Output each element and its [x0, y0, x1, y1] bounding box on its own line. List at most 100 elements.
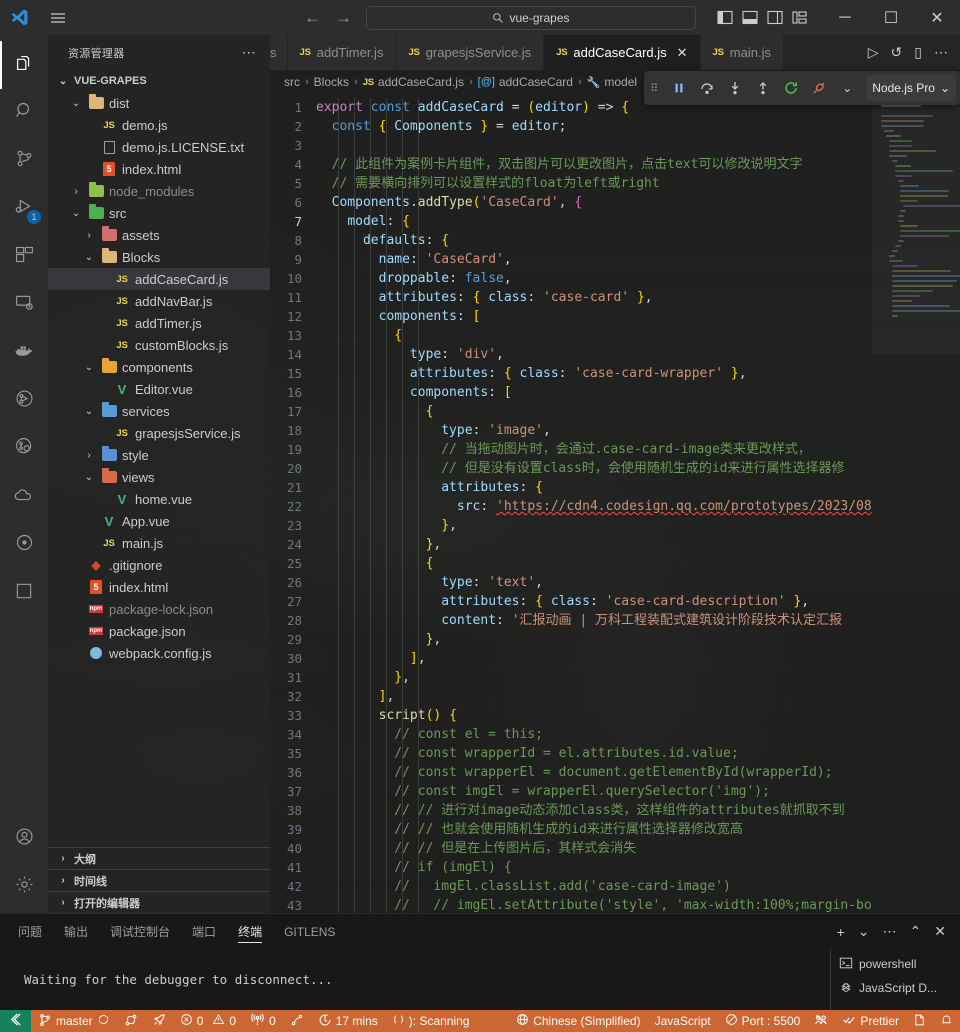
code-line[interactable]: type: 'text',: [316, 573, 872, 592]
sidebar-more-actions-button[interactable]: ⋯: [232, 44, 266, 61]
tree-file-row[interactable]: ›VApp.vue: [48, 510, 270, 532]
code-line[interactable]: ],: [316, 687, 872, 706]
chevron-down-icon[interactable]: ⌄: [82, 362, 96, 373]
code-line[interactable]: // const wrapperId = el.attributes.id.va…: [316, 744, 872, 763]
split-editor-button[interactable]: ▯: [914, 44, 922, 61]
code-line[interactable]: name: 'CaseCard',: [316, 250, 872, 269]
activity-item-square-panel[interactable]: [0, 569, 48, 617]
debug-step-into-button[interactable]: [722, 74, 748, 102]
activity-item-search[interactable]: [0, 89, 48, 137]
window-maximize-button[interactable]: ☐: [868, 0, 914, 35]
code-line[interactable]: content: '汇报动画 | 万科工程装配式建筑设计阶段技术认定汇报: [316, 611, 872, 630]
code-line[interactable]: script() {: [316, 706, 872, 725]
menu-hamburger-button[interactable]: [38, 10, 78, 26]
activity-item-live-share[interactable]: [0, 521, 48, 569]
breadcrumb-item[interactable]: src: [284, 75, 300, 89]
activity-item-explorer[interactable]: [0, 41, 48, 89]
tree-file-row[interactable]: ›◈.gitignore: [48, 554, 270, 576]
chevron-down-icon[interactable]: ⌄: [69, 208, 83, 219]
code-line[interactable]: components: [: [316, 383, 872, 402]
code-line[interactable]: Components.addType('CaseCard', {: [316, 193, 872, 212]
tree-root-folder[interactable]: ⌄ VUE-GRAPES: [48, 70, 270, 92]
code-line[interactable]: // // 进行对image动态添加class类，这样组件的attributes…: [316, 801, 872, 820]
panel-tab[interactable]: 调试控制台: [110, 914, 170, 949]
status-git-compare[interactable]: [117, 1010, 145, 1032]
more-actions-button[interactable]: ⋯: [934, 44, 948, 61]
panel-tab[interactable]: 输出: [64, 914, 88, 949]
editor-tab[interactable]: JS main.js: [700, 35, 784, 70]
status-notifications[interactable]: [933, 1010, 960, 1032]
terminal-session-javascript-debug[interactable]: JavaScript D...: [831, 977, 960, 999]
tree-file-row[interactable]: ›JSaddTimer.js: [48, 312, 270, 334]
debug-step-out-button[interactable]: [750, 74, 776, 102]
terminal-output[interactable]: Waiting for the debugger to disconnect..…: [0, 949, 830, 1010]
chevron-right-icon[interactable]: ›: [69, 186, 83, 197]
code-line[interactable]: attributes: {: [316, 478, 872, 497]
chevron-right-icon[interactable]: ›: [82, 450, 96, 461]
tree-folder-row[interactable]: › assets: [48, 224, 270, 246]
debug-pause-button[interactable]: [666, 74, 692, 102]
tree-file-row[interactable]: ›JScustomBlocks.js: [48, 334, 270, 356]
code-line[interactable]: // if (imgEl) {: [316, 858, 872, 877]
tree-folder-row[interactable]: ⌄ services: [48, 400, 270, 422]
code-line[interactable]: attributes: { class: 'case-card' },: [316, 288, 872, 307]
tree-file-row[interactable]: ›5index.html: [48, 576, 270, 598]
code-line[interactable]: attributes: { class: 'case-card-wrapper'…: [316, 364, 872, 383]
code-line[interactable]: type: 'image',: [316, 421, 872, 440]
code-line[interactable]: ],: [316, 649, 872, 668]
terminal-dropdown-button[interactable]: ⌄: [858, 923, 870, 940]
activity-item-gitlens[interactable]: [0, 377, 48, 425]
sidebar-section-打开的编辑器[interactable]: › 打开的编辑器: [48, 891, 270, 913]
command-center-search[interactable]: vue-grapes: [366, 5, 696, 30]
code-line[interactable]: attributes: { class: 'case-card-descript…: [316, 592, 872, 611]
code-line[interactable]: // const imgEl = wrapperEl.querySelector…: [316, 782, 872, 801]
code-line[interactable]: model: {: [316, 212, 872, 231]
code-line[interactable]: const { Components } = editor;: [316, 117, 872, 136]
activity-item-remote-explorer[interactable]: [0, 281, 48, 329]
code-line[interactable]: // 此组件为案例卡片组件，双击图片可以更改图片，点击text可以修改说明文字: [316, 155, 872, 174]
breadcrumb-item[interactable]: [@] addCaseCard: [478, 75, 573, 89]
status-problems[interactable]: 0 0: [173, 1010, 243, 1032]
activity-item-gitlens-inspect[interactable]: [0, 425, 48, 473]
code-line[interactable]: // // 但是在上传图片后，其样式会消失: [316, 839, 872, 858]
tree-folder-row[interactable]: ⌄ src: [48, 202, 270, 224]
editor-tab[interactable]: s: [270, 35, 288, 70]
code-line[interactable]: // const el = this;: [316, 725, 872, 744]
status-notebook[interactable]: [906, 1010, 933, 1032]
tree-file-row[interactable]: ›JSmain.js: [48, 532, 270, 554]
panel-tab[interactable]: 终端: [238, 914, 263, 949]
back-button[interactable]: ←: [304, 9, 321, 26]
code-content[interactable]: export const addCaseCard = (editor) => {…: [316, 94, 872, 913]
tree-file-row[interactable]: ›JSaddCaseCard.js: [48, 268, 270, 290]
code-line[interactable]: defaults: {: [316, 231, 872, 250]
code-line[interactable]: },: [316, 535, 872, 554]
new-terminal-button[interactable]: +: [837, 924, 845, 940]
code-line[interactable]: {: [316, 402, 872, 421]
minimap-slider[interactable]: [872, 94, 960, 354]
code-line[interactable]: {: [316, 326, 872, 345]
tree-file-row[interactable]: ›JSaddNavBar.js: [48, 290, 270, 312]
editor-tab[interactable]: JS addTimer.js: [287, 35, 397, 70]
toggle-secondary-sidebar-icon[interactable]: [766, 10, 783, 26]
chevron-down-icon[interactable]: ⌄: [69, 98, 83, 109]
tree-folder-row[interactable]: ⌄ dist: [48, 92, 270, 114]
code-editor[interactable]: 1 2 3 4 5 6 7 8 9 10 11 12 13 14 15 16 17 18 19 20 21 22 23 24 2…: [270, 94, 960, 913]
window-minimize-button[interactable]: ─: [822, 0, 868, 35]
code-line[interactable]: // 需要横向排列可以设置样式的float为left或right: [316, 174, 872, 193]
code-line[interactable]: // 当拖动图片时，会通过.case-card-image类来更改样式，: [316, 440, 872, 459]
code-line[interactable]: // imgEl.classList.add('case-card-image'…: [316, 877, 872, 896]
debug-toolbar-grip[interactable]: ⠿: [650, 82, 664, 95]
activity-item-run-and-debug[interactable]: 1: [0, 185, 48, 233]
code-line[interactable]: droppable: false,: [316, 269, 872, 288]
debug-step-over-button[interactable]: [694, 74, 720, 102]
activity-item-extensions[interactable]: [0, 233, 48, 281]
close-panel-button[interactable]: ✕: [934, 923, 946, 940]
tree-file-row[interactable]: ›JSgrapesjsService.js: [48, 422, 270, 444]
close-icon[interactable]: ✕: [677, 45, 688, 61]
tree-file-row[interactable]: ›VEditor.vue: [48, 378, 270, 400]
chevron-right-icon[interactable]: ›: [82, 230, 96, 241]
status-live-server-port[interactable]: Port : 5500: [718, 1010, 808, 1032]
run-file-button[interactable]: ▷: [868, 44, 879, 61]
customize-layout-icon[interactable]: [791, 10, 808, 26]
code-line[interactable]: // 但是没有设置class时，会使用随机生成的id来进行属性选择器修: [316, 459, 872, 478]
